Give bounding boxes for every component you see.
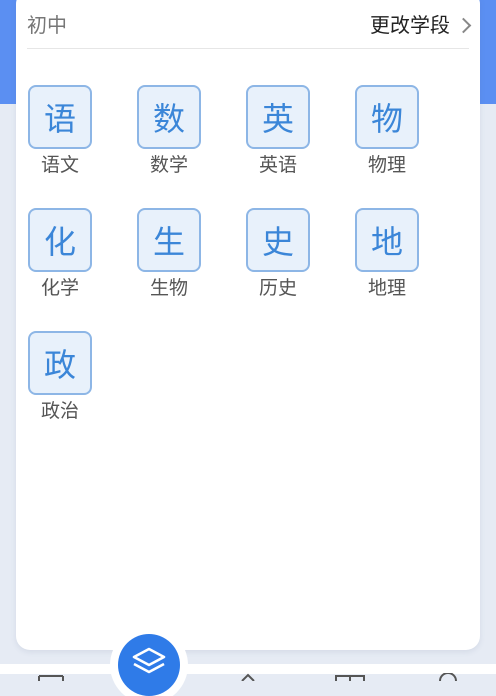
- subject-history[interactable]: 史 历史: [244, 208, 312, 300]
- nav-item-profile[interactable]: [436, 666, 460, 682]
- layers-icon: [132, 647, 166, 674]
- up-arrow-icon: [241, 673, 255, 682]
- nav-item-home[interactable]: [36, 666, 66, 681]
- subject-chinese-icon: 语: [28, 85, 92, 149]
- subject-history-icon: 史: [246, 208, 310, 272]
- subject-math-label: 数学: [149, 154, 188, 176]
- subject-politics-label: 政治: [40, 400, 79, 422]
- subject-politics[interactable]: 政 政治: [26, 331, 94, 423]
- subject-history-label: 历史: [258, 277, 297, 299]
- grid-icon: [335, 675, 365, 681]
- subject-physics-label: 物理: [367, 154, 406, 176]
- subject-math-icon: 数: [137, 85, 201, 149]
- subject-chinese-label: 语文: [40, 154, 79, 176]
- chevron-right-icon: [455, 17, 472, 34]
- subject-geography[interactable]: 地 地理: [353, 208, 421, 300]
- subject-physics-icon: 物: [355, 85, 419, 149]
- subject-biology[interactable]: 生 生物: [135, 208, 203, 300]
- subject-chemistry-icon: 化: [28, 208, 92, 272]
- subject-biology-icon: 生: [137, 208, 201, 272]
- subject-math[interactable]: 数 数学: [135, 85, 203, 177]
- subject-english-icon: 英: [246, 85, 310, 149]
- nav-item-up[interactable]: [236, 666, 260, 682]
- subject-geography-icon: 地: [355, 208, 419, 272]
- subject-physics[interactable]: 物 物理: [353, 85, 421, 177]
- nav-item-grid[interactable]: [334, 666, 366, 681]
- current-stage: 初中: [27, 13, 67, 37]
- subject-geography-label: 地理: [367, 277, 406, 299]
- profile-icon: [439, 672, 457, 682]
- subject-chinese[interactable]: 语 语文: [26, 85, 94, 177]
- subject-english[interactable]: 英 英语: [244, 85, 312, 177]
- header-background-right: [478, 0, 496, 104]
- change-stage-button[interactable]: 更改学段: [370, 10, 472, 40]
- home-icon: [38, 675, 64, 681]
- subject-chemistry[interactable]: 化 化学: [26, 208, 94, 300]
- subject-english-label: 英语: [258, 154, 297, 176]
- subject-politics-icon: 政: [28, 331, 92, 395]
- subject-biology-label: 生物: [149, 277, 188, 299]
- stage-header: 初中 更改学段: [27, 10, 472, 49]
- change-stage-label: 更改学段: [370, 13, 450, 37]
- subject-chemistry-label: 化学: [40, 277, 79, 299]
- layers-button[interactable]: [118, 634, 180, 696]
